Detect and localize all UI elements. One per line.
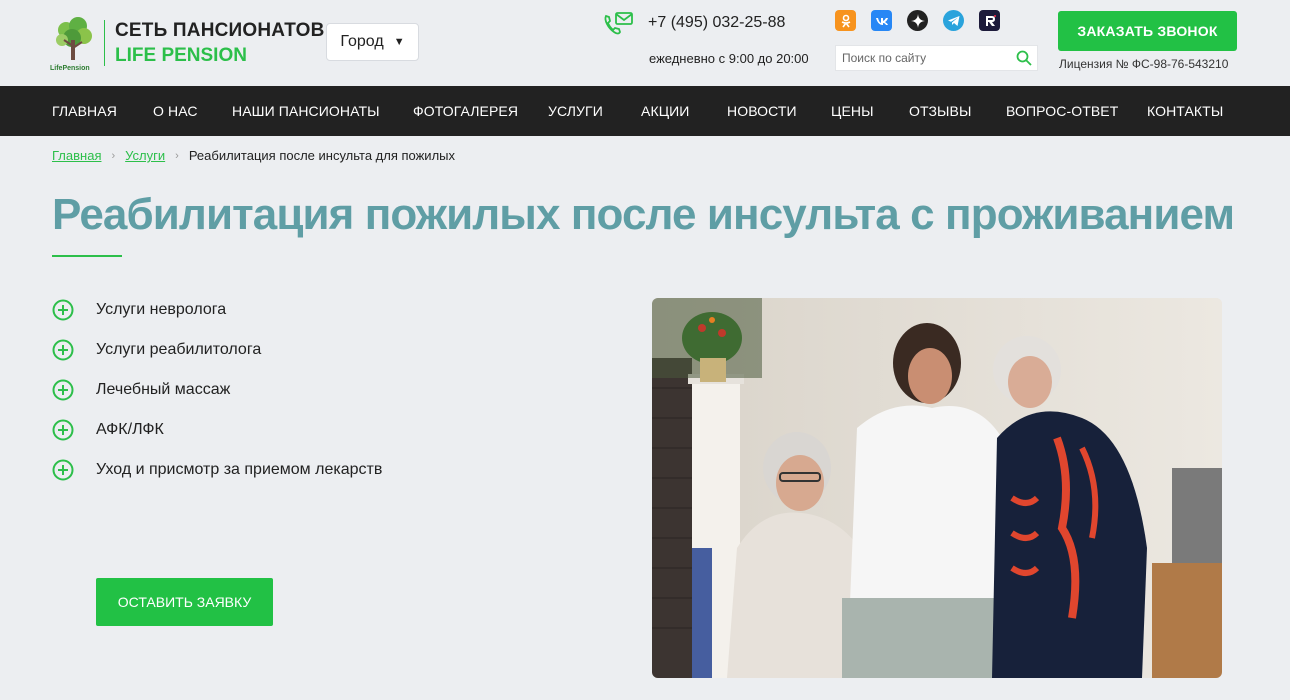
rutube-icon[interactable] xyxy=(979,10,1000,31)
plus-circle-icon xyxy=(52,379,74,401)
nav-item-pensions[interactable]: НАШИ ПАНСИОНАТЫ xyxy=(232,86,380,136)
list-item-label: Уход и присмотр за приемом лекарств xyxy=(96,461,383,478)
brand-line1: СЕТЬ ПАНСИОНАТОВ xyxy=(115,19,325,41)
plus-circle-icon xyxy=(52,419,74,441)
brand-line2: LIFE PENSION xyxy=(115,44,247,66)
telegram-icon[interactable] xyxy=(943,10,964,31)
list-item-label: Услуги реабилитолога xyxy=(96,341,262,358)
site-header: LifePension СЕТЬ ПАНСИОНАТОВ LIFE PENSIO… xyxy=(0,0,1290,86)
title-underline xyxy=(52,255,122,257)
list-item-label: Услуги невролога xyxy=(96,301,227,318)
phone-number[interactable]: +7 (495) 032-25-88 xyxy=(648,14,785,32)
nav-item-services[interactable]: УСЛУГИ xyxy=(548,86,603,136)
social-links xyxy=(835,10,1000,31)
license-text: Лицензия № ФС-98-76-543210 xyxy=(1059,57,1229,71)
search-input[interactable] xyxy=(836,46,1011,70)
page-title: Реабилитация пожилых после инсульта с пр… xyxy=(52,190,1235,239)
city-select-label: Город xyxy=(340,33,384,50)
hero-photo xyxy=(652,298,1222,678)
phone-icon xyxy=(602,10,634,38)
nav-item-reviews[interactable]: ОТЗЫВЫ xyxy=(909,86,971,136)
breadcrumb-current: Реабилитация после инсульта для пожилых xyxy=(188,148,456,163)
plus-circle-icon xyxy=(52,459,74,481)
nav-item-gallery[interactable]: ФОТОГАЛЕРЕЯ xyxy=(413,86,518,136)
logo-divider xyxy=(104,20,105,66)
breadcrumb: Главная › Услуги › Реабилитация после ин… xyxy=(52,148,455,163)
vk-icon[interactable] xyxy=(871,10,892,31)
leave-request-button[interactable]: ОСТАВИТЬ ЗАЯВКУ xyxy=(96,578,273,626)
nav-item-about[interactable]: О НАС xyxy=(153,86,198,136)
working-hours: ежедневно с 9:00 до 20:00 xyxy=(649,51,809,66)
nav-item-faq[interactable]: ВОПРОС-ОТВЕТ xyxy=(1006,86,1118,136)
plus-circle-icon xyxy=(52,339,74,361)
tree-logo-icon: LifePension xyxy=(50,16,96,72)
city-select[interactable]: Город ▼ xyxy=(326,23,419,61)
nav-item-promotions[interactable]: АКЦИИ xyxy=(641,86,689,136)
list-item-label: Лечебный массаж xyxy=(96,381,231,398)
search-icon[interactable] xyxy=(1011,45,1037,71)
logo[interactable]: LifePension СЕТЬ ПАНСИОНАТОВ LIFE PENSIO… xyxy=(50,16,325,72)
list-item-label: АФК/ЛФК xyxy=(96,421,164,438)
chevron-right-icon: › xyxy=(175,149,179,162)
main-nav: ГЛАВНАЯ О НАС НАШИ ПАНСИОНАТЫ ФОТОГАЛЕРЕ… xyxy=(0,86,1290,136)
nav-item-prices[interactable]: ЦЕНЫ xyxy=(831,86,874,136)
dzen-icon[interactable] xyxy=(907,10,928,31)
chevron-down-icon: ▼ xyxy=(393,36,405,48)
odnoklassniki-icon[interactable] xyxy=(835,10,856,31)
breadcrumb-home-link[interactable]: Главная xyxy=(52,148,101,163)
breadcrumb-services-link[interactable]: Услуги xyxy=(125,148,165,163)
site-search xyxy=(835,45,1038,71)
logo-small-text: LifePension xyxy=(50,65,90,72)
nav-item-home[interactable]: ГЛАВНАЯ xyxy=(52,86,117,136)
nav-item-news[interactable]: НОВОСТИ xyxy=(727,86,797,136)
nav-item-contacts[interactable]: КОНТАКТЫ xyxy=(1147,86,1223,136)
order-call-button[interactable]: ЗАКАЗАТЬ ЗВОНОК xyxy=(1058,11,1237,51)
plus-circle-icon xyxy=(52,299,74,321)
chevron-right-icon: › xyxy=(111,149,116,162)
